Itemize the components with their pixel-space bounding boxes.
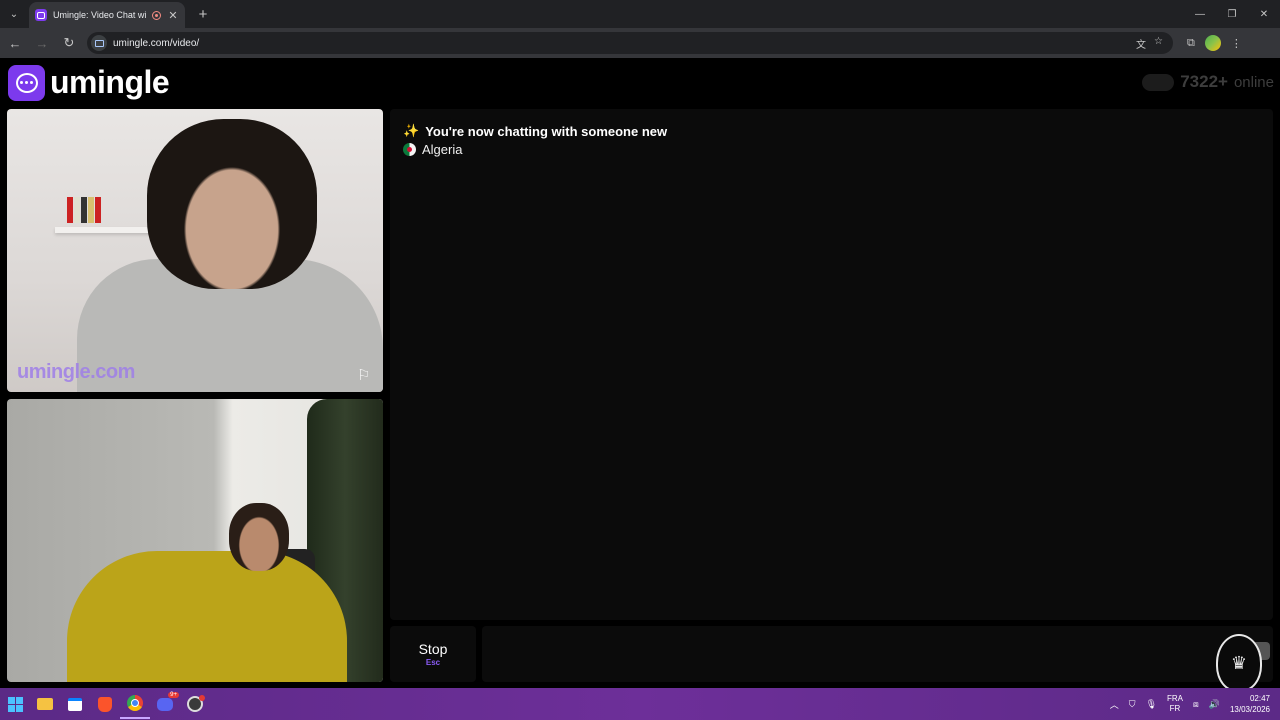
file-explorer-button[interactable] xyxy=(30,689,60,719)
url-text: umingle.com/video/ xyxy=(113,37,200,49)
stop-label: Stop xyxy=(418,641,448,657)
volume-icon[interactable]: 🔊 xyxy=(1209,699,1220,710)
message-input[interactable] xyxy=(482,626,1273,682)
stop-shortcut: Esc xyxy=(425,658,441,667)
translate-icon[interactable]: 文 xyxy=(1136,36,1146,51)
discord-button[interactable]: 9+ xyxy=(150,689,180,719)
windows-taskbar: 9+ ︿ ⛉ 🎙 FRA FR ⧈ 🔊 02:47 13/03/2026 xyxy=(0,688,1280,720)
browser-tab-strip: ⌄ Umingle: Video Chat with S ✕ + — ❐ ✕ xyxy=(0,0,1280,28)
online-label: online xyxy=(1233,73,1274,91)
extensions-icon[interactable]: ⧉ xyxy=(1187,37,1195,50)
minimize-button[interactable]: — xyxy=(1184,0,1216,28)
reload-button[interactable]: ↻ xyxy=(57,31,81,55)
partner-country: Algeria xyxy=(403,142,462,157)
tab-title: Umingle: Video Chat with S xyxy=(53,10,146,20)
bookmark-star-icon[interactable]: ☆ xyxy=(1154,36,1163,51)
chat-bubble-logo-icon xyxy=(8,64,45,101)
browser-menu-icon[interactable]: ⋮ xyxy=(1231,37,1242,50)
recording-indicator-icon xyxy=(152,10,161,20)
time-text: 02:47 xyxy=(1249,694,1270,703)
algeria-flag-icon xyxy=(403,143,416,156)
chat-status-message: ✨ You're now chatting with someone new xyxy=(403,123,667,139)
site-info-icon[interactable] xyxy=(91,35,107,51)
forward-button[interactable]: → xyxy=(30,31,54,55)
report-flag-icon[interactable]: ⚐ xyxy=(357,366,375,384)
obs-icon xyxy=(187,695,205,712)
discord-icon: 9+ xyxy=(157,691,179,711)
browser-tab-umingle[interactable]: Umingle: Video Chat with S ✕ xyxy=(29,2,185,28)
umingle-watermark: umingle.com xyxy=(17,361,135,383)
start-button[interactable] xyxy=(0,689,30,719)
tab-search-button[interactable]: ⌄ xyxy=(3,3,25,25)
brave-button[interactable] xyxy=(90,689,120,719)
chrome-button[interactable] xyxy=(120,689,150,719)
obs-button[interactable] xyxy=(180,689,210,719)
online-toggle[interactable] xyxy=(1142,73,1175,91)
umingle-page: umingle 7322+ online umingle.com ⚐ ✨ You… xyxy=(0,58,1280,692)
network-icon[interactable]: ⧈ xyxy=(1193,699,1199,710)
shield-icon[interactable]: ⛉ xyxy=(1129,699,1136,710)
stop-button[interactable]: Stop Esc xyxy=(390,626,476,682)
address-bar[interactable]: umingle.com/video/ 文 ☆ xyxy=(87,32,1173,54)
umingle-favicon-icon xyxy=(35,9,47,21)
show-hidden-icons-icon[interactable]: ︿ xyxy=(1110,698,1119,711)
store-button[interactable] xyxy=(60,689,90,719)
site-logo[interactable]: umingle xyxy=(8,64,170,101)
browser-toolbar: ← → ↻ umingle.com/video/ 文 ☆ ⧉ ⋮ xyxy=(0,28,1280,58)
logo-text: umingle xyxy=(50,64,170,100)
date-text: 13/03/2026 xyxy=(1229,705,1270,714)
windows-logo-icon xyxy=(7,696,23,712)
chat-panel: ✨ You're now chatting with someone new A… xyxy=(390,109,1273,620)
window-controls: — ❐ ✕ xyxy=(1184,0,1280,28)
recording-dot-icon xyxy=(199,695,205,701)
back-button[interactable]: ← xyxy=(3,31,27,55)
tab-close-button[interactable]: ✕ xyxy=(167,9,179,22)
online-count: 7322+ xyxy=(1180,72,1228,91)
language-indicator[interactable]: FRA FR xyxy=(1167,694,1183,714)
brave-lion-icon xyxy=(98,696,112,712)
restore-button[interactable]: ❐ xyxy=(1216,0,1248,28)
folder-icon xyxy=(37,698,53,710)
store-icon xyxy=(68,697,82,711)
self-video xyxy=(7,399,383,682)
online-indicator: 7322+ online xyxy=(1142,72,1274,92)
country-name: Algeria xyxy=(422,142,463,157)
system-tray: ︿ ⛉ 🎙 FRA FR ⧈ 🔊 02:47 13/03/2026 xyxy=(1110,693,1280,715)
close-window-button[interactable]: ✕ xyxy=(1248,0,1280,28)
stranger-video: umingle.com ⚐ xyxy=(7,109,383,392)
microphone-icon[interactable]: 🎙 xyxy=(1146,699,1157,710)
status-text: You're now chatting with someone new xyxy=(425,123,668,139)
clock[interactable]: 02:47 13/03/2026 xyxy=(1230,693,1270,715)
profile-avatar[interactable] xyxy=(1204,35,1221,51)
new-tab-button[interactable]: + xyxy=(195,6,211,23)
chrome-icon xyxy=(127,695,143,711)
sparkles-icon: ✨ xyxy=(403,123,420,138)
notification-badge: 9+ xyxy=(168,691,179,698)
phoenix-emblem-icon: ♛ xyxy=(1216,634,1262,692)
